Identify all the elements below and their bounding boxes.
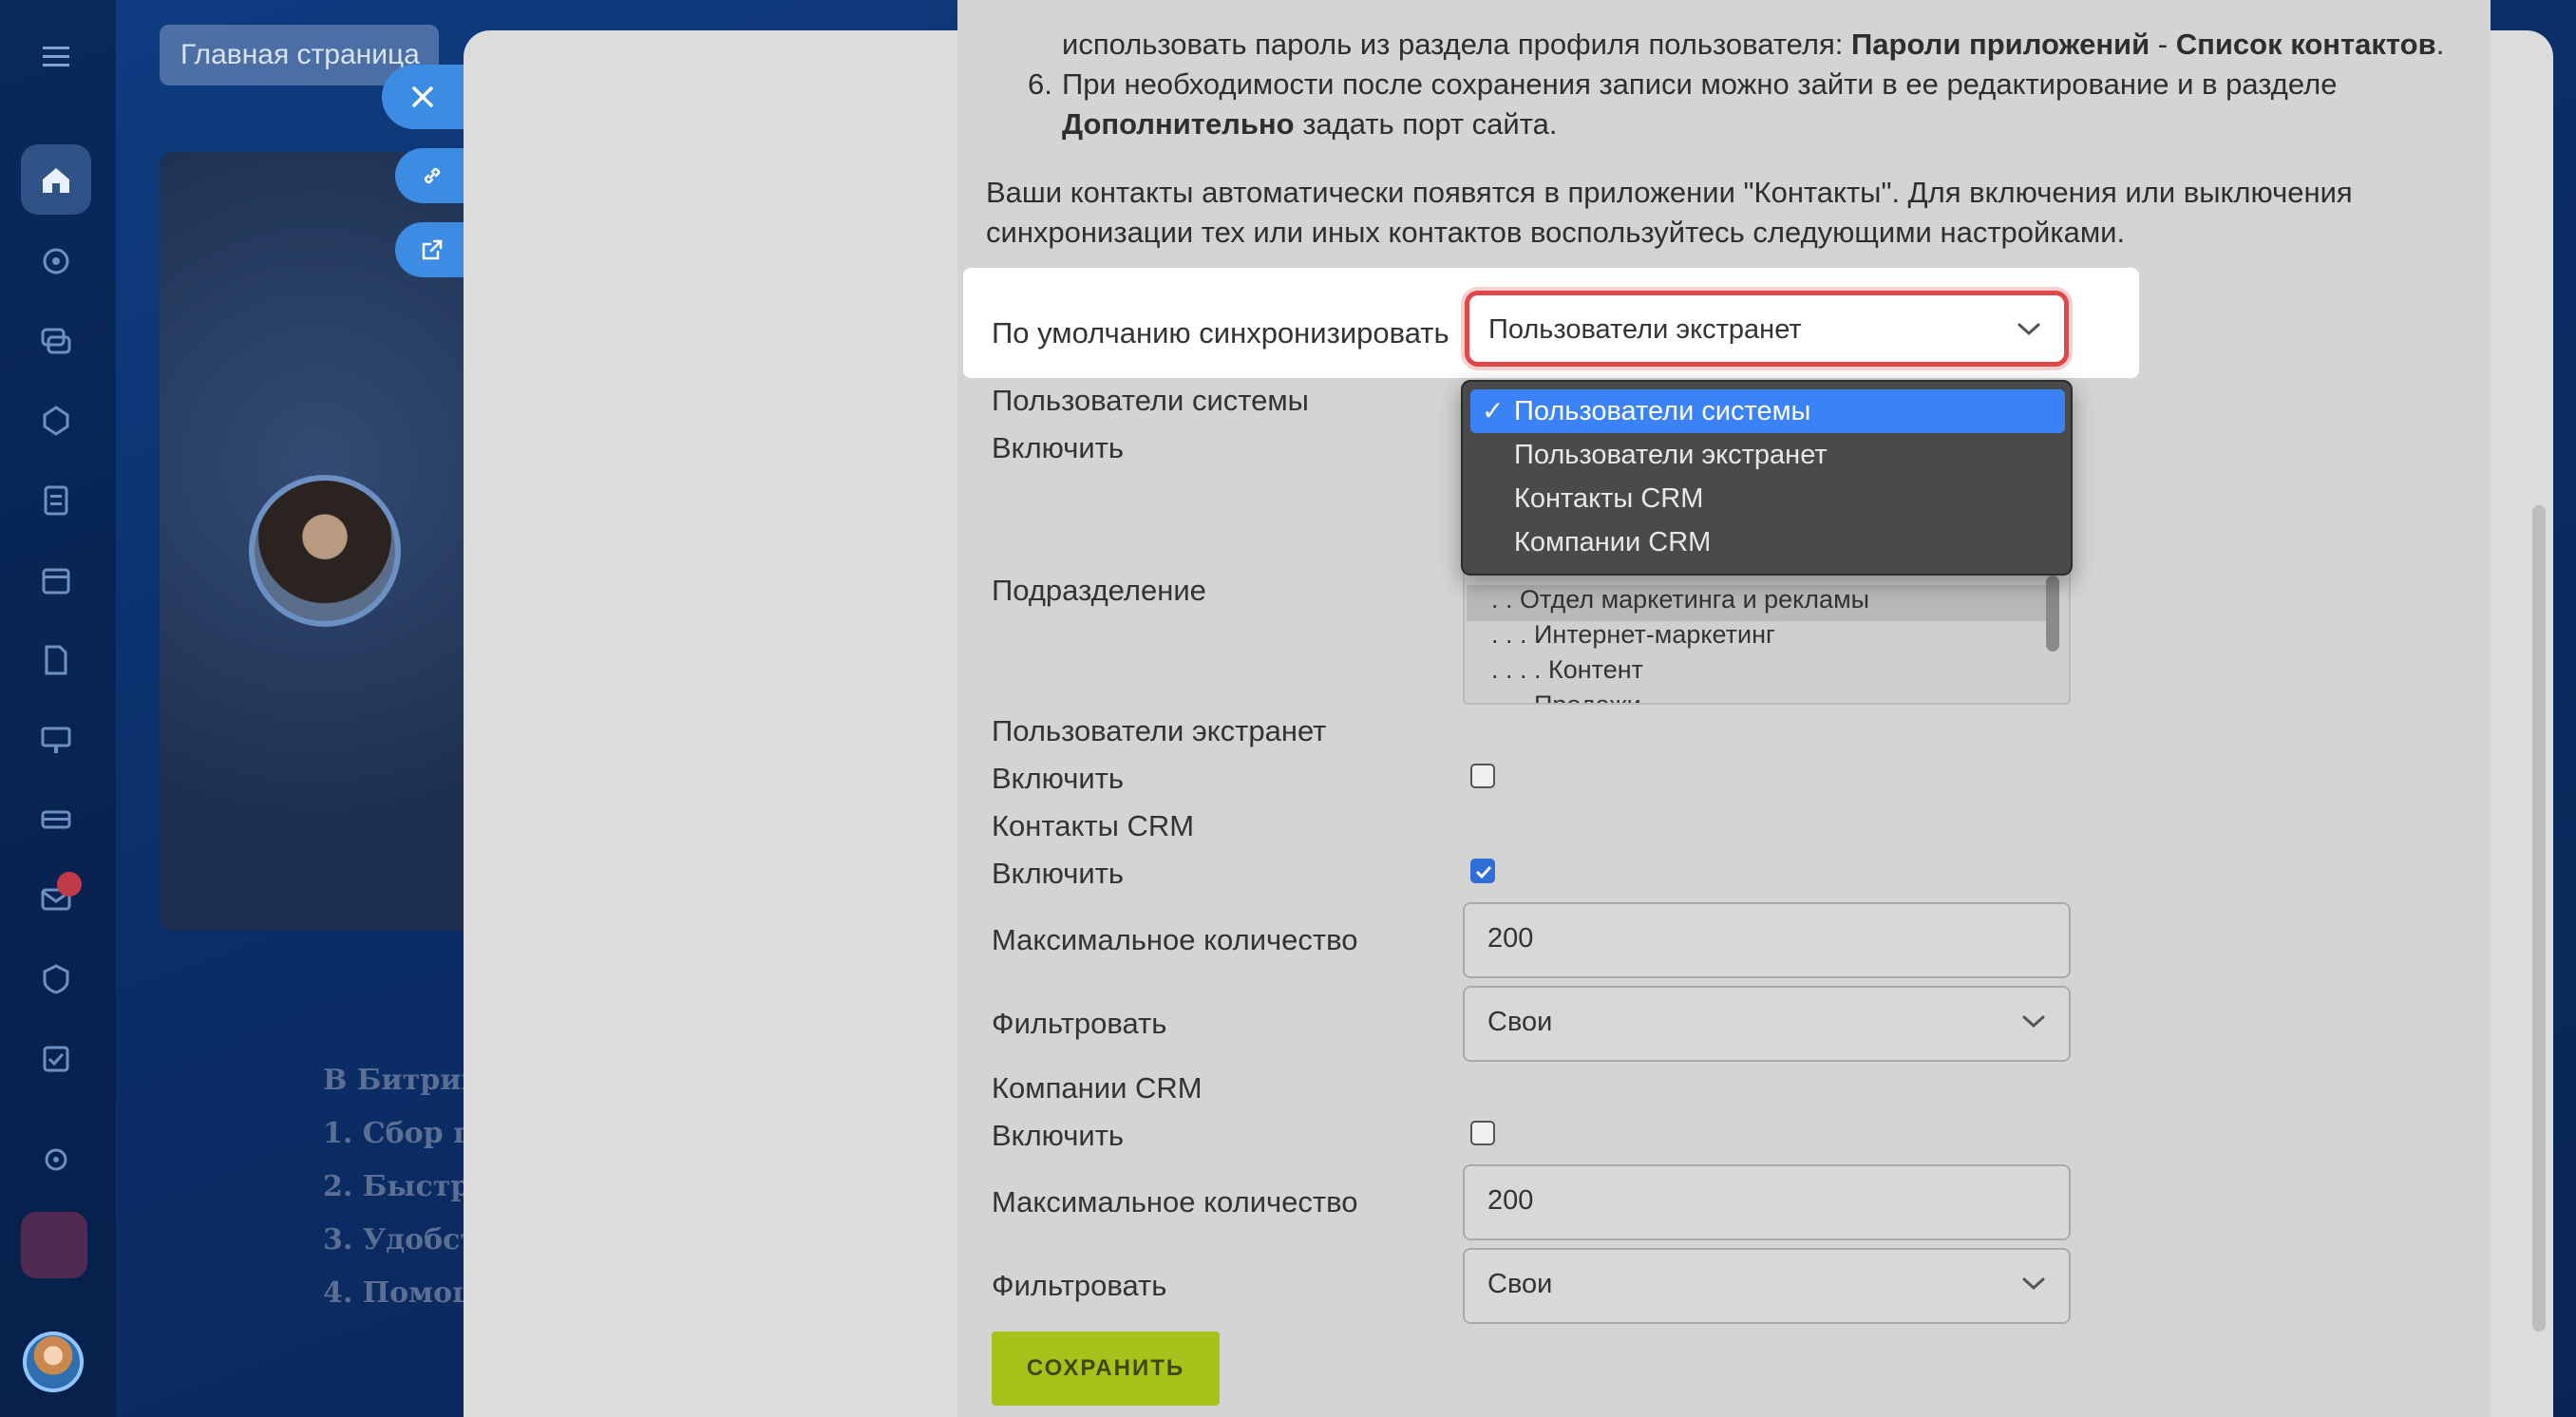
crm-contacts-heading: Контакты CRM xyxy=(992,809,1195,842)
crm-companies-enable-label: Включить xyxy=(992,1119,1125,1152)
crm-companies-max-input[interactable]: 200 xyxy=(1463,1164,2071,1240)
chat-icon[interactable] xyxy=(21,306,91,376)
crm-contacts-filter-select[interactable]: Свои xyxy=(1463,986,2071,1062)
extranet-heading: Пользователи экстранет xyxy=(992,714,1327,747)
crm-companies-heading: Компании CRM xyxy=(992,1071,1203,1105)
external-link-icon xyxy=(422,239,443,260)
mail-icon[interactable] xyxy=(21,864,91,935)
description-line-1: Ваши контакты автоматически появятся в п… xyxy=(986,176,2353,209)
crm-contacts-filter-value: Свои xyxy=(1487,1007,1553,1037)
system-users-enable-label: Включить xyxy=(992,431,1125,464)
description-line-2: синхронизации тех или иных контактов вос… xyxy=(986,216,2126,249)
dropdown-option-system-users[interactable]: ✓ Пользователи системы xyxy=(1470,389,2065,433)
check-icon xyxy=(1475,865,1492,879)
system-users-heading: Пользователи системы xyxy=(992,384,1309,417)
crm-companies-filter-value: Свои xyxy=(1487,1269,1553,1299)
settings-icon[interactable] xyxy=(21,1124,91,1195)
documents-icon[interactable] xyxy=(21,625,91,695)
chevron-down-icon xyxy=(2017,323,2040,336)
panel-scrollbar[interactable] xyxy=(2532,505,2546,1332)
special-app-icon[interactable] xyxy=(21,1212,87,1278)
crm-icon[interactable] xyxy=(21,226,91,296)
profile-avatar xyxy=(249,475,401,627)
department-option[interactable]: . . Отдел маркетинга и рекламы xyxy=(1491,585,1869,614)
default-sync-dropdown: ✓ Пользователи системы Пользователи экст… xyxy=(1461,380,2073,576)
instruction-item-6: При необходимости после сохранения запис… xyxy=(1062,67,2338,101)
link-icon xyxy=(424,167,441,184)
close-slider-button[interactable] xyxy=(382,65,477,129)
crm-contacts-max-input[interactable]: 200 xyxy=(1463,902,2071,978)
checklist-icon[interactable] xyxy=(21,1024,91,1094)
chevron-down-icon xyxy=(2022,1015,2045,1029)
close-icon xyxy=(412,86,433,107)
board-icon[interactable] xyxy=(21,705,91,775)
dropdown-option-crm-contacts[interactable]: Контакты CRM xyxy=(1470,477,2065,520)
crm-companies-filter-select[interactable]: Свои xyxy=(1463,1248,2071,1324)
checkmark-icon: ✓ xyxy=(1482,396,1505,425)
inventory-icon[interactable] xyxy=(21,784,91,855)
crm-companies-max-value: 200 xyxy=(1487,1185,1534,1216)
crm-contacts-max-label: Максимальное количество xyxy=(992,923,1358,956)
department-option[interactable]: . . . Интернет-маркетинг xyxy=(1491,620,1775,650)
department-listbox[interactable]: . . Отдел маркетинга и рекламы . . . Инт… xyxy=(1463,564,2071,705)
automation-icon[interactable] xyxy=(21,386,91,456)
shield-icon[interactable] xyxy=(21,944,91,1014)
instruction-item-number: 6. xyxy=(1028,67,1052,101)
dropdown-option-crm-companies[interactable]: Компании CRM xyxy=(1470,520,2065,564)
chevron-down-icon xyxy=(2022,1277,2045,1291)
left-sidebar xyxy=(0,0,116,1417)
crm-companies-max-label: Максимальное количество xyxy=(992,1185,1358,1219)
instruction-line: использовать пароль из раздела профиля п… xyxy=(1062,28,2445,61)
dropdown-option-extranet[interactable]: Пользователи экстранет xyxy=(1470,433,2065,477)
department-option[interactable]: . . . . Контент xyxy=(1491,655,1643,685)
extranet-enable-checkbox[interactable] xyxy=(1470,764,1495,788)
mail-badge xyxy=(57,872,82,897)
default-sync-value: Пользователи экстранет xyxy=(1488,314,1802,345)
default-sync-label: По умолчанию синхронизировать xyxy=(992,316,1449,350)
tasks-icon[interactable] xyxy=(21,465,91,536)
default-sync-select[interactable]: Пользователи экстранет xyxy=(1465,291,2069,367)
user-avatar[interactable] xyxy=(23,1332,84,1392)
crm-contacts-max-value: 200 xyxy=(1487,923,1534,954)
save-button[interactable]: СОХРАНИТЬ xyxy=(992,1332,1220,1406)
crm-companies-filter-label: Фильтровать xyxy=(992,1269,1167,1302)
extranet-enable-label: Включить xyxy=(992,762,1125,795)
department-option[interactable]: . . . Продажи xyxy=(1491,690,1641,703)
department-label: Подразделение xyxy=(992,574,1206,607)
home-icon[interactable] xyxy=(21,144,91,215)
instruction-item-6-cont: Дополнительно задать порт сайта. xyxy=(1062,107,1558,141)
crm-contacts-enable-label: Включить xyxy=(992,857,1125,890)
crm-contacts-filter-label: Фильтровать xyxy=(992,1007,1167,1040)
menu-icon[interactable] xyxy=(21,21,91,91)
crm-contacts-enable-checkbox[interactable] xyxy=(1470,859,1495,883)
calendar-icon[interactable] xyxy=(21,545,91,615)
crm-companies-enable-checkbox[interactable] xyxy=(1470,1121,1495,1145)
dropdown-option-label: Пользователи системы xyxy=(1514,396,1811,426)
listbox-scrollbar[interactable] xyxy=(2046,576,2059,652)
